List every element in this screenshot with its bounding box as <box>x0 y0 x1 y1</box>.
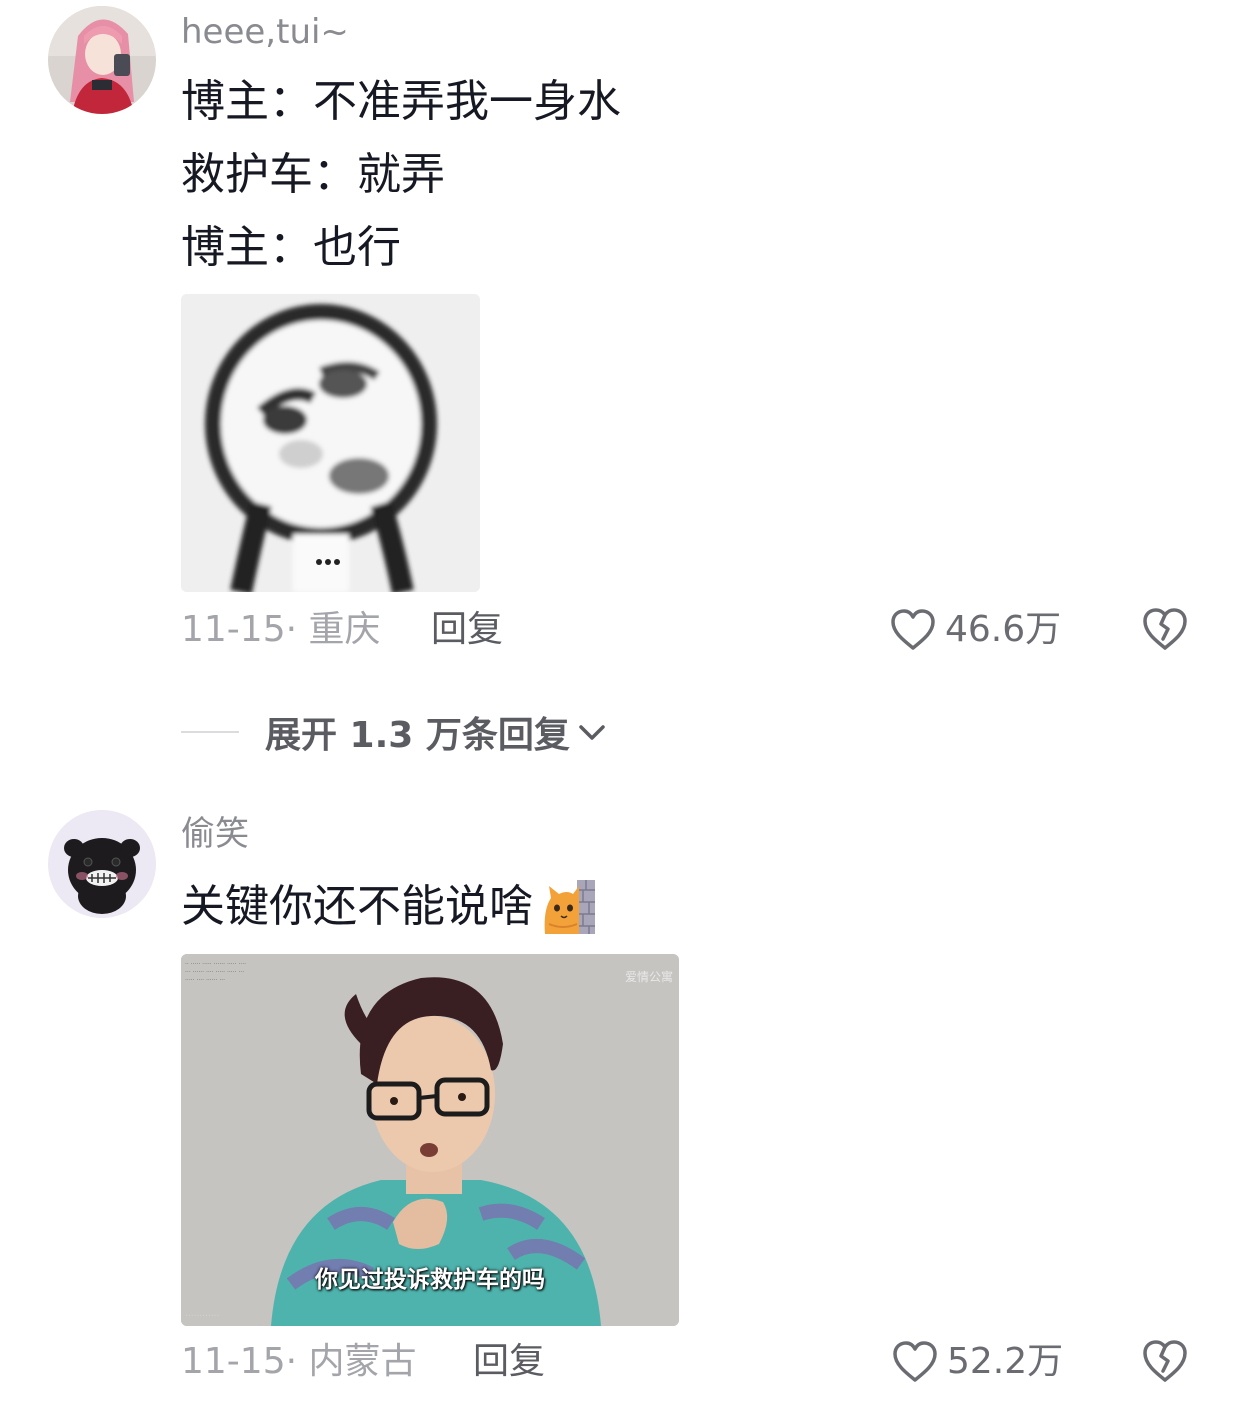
comment-date-location: 11-15· 重庆 <box>181 609 381 650</box>
comment-text: 关键你还不能说啥 <box>181 881 533 932</box>
reply-button[interactable]: 回复 <box>431 606 503 654</box>
comment-meta-row: 11-15· 重庆 回复 46.6万 <box>181 606 1201 654</box>
broken-heart-icon[interactable] <box>1141 1338 1189 1384</box>
comment-text-line: 救护车：就弄 <box>181 149 445 200</box>
comment-item: heee,tui~ 博主：不准弄我一身水 救护车：就弄 博主：也行 11-15·… <box>0 0 1242 680</box>
expand-replies-button[interactable]: 展开 1.3 万条回复 <box>181 708 608 756</box>
svg-text:..... .... ...... ...: ..... .... ...... ... <box>185 975 225 982</box>
avatar[interactable] <box>48 6 156 114</box>
heart-outline-icon <box>891 1340 939 1384</box>
reply-button[interactable]: 回复 <box>473 1338 545 1386</box>
svg-text:.. ..... ..... ...... ..... ..: .. ..... ..... ...... ..... .... <box>185 959 246 966</box>
image-subtitle: 你见过投诉救护车的吗 <box>315 1267 545 1293</box>
image-watermark: 爱情公寓 <box>624 970 673 984</box>
comment-text-line: 关键你还不能说啥 <box>181 880 595 934</box>
chevron-down-icon <box>576 716 608 748</box>
divider-line <box>181 731 239 733</box>
comment-username[interactable]: 偷笑 <box>181 814 249 854</box>
comment-username[interactable]: heee,tui~ <box>181 12 349 52</box>
cat-peek-emoji-icon <box>543 880 595 934</box>
like-count: 52.2万 <box>947 1341 1064 1382</box>
comment-text-line: 博主：不准弄我一身水 <box>181 76 621 127</box>
like-count: 46.6万 <box>945 609 1062 650</box>
comment-text-line: 博主：也行 <box>181 222 401 273</box>
avatar[interactable] <box>48 810 156 918</box>
like-button[interactable]: 52.2万 <box>891 1338 1063 1386</box>
comment-item: 偷笑 关键你还不能说啥 .. ..... ..... ...... ..... … <box>0 800 1242 1416</box>
svg-text:... ...... .... ..... ..... ..: ... ...... .... ..... ..... ... <box>185 967 244 974</box>
like-button[interactable]: 46.6万 <box>889 606 1061 654</box>
comment-date-location: 11-15· 内蒙古 <box>181 1341 417 1382</box>
comment-meme-image[interactable]: .. ..... ..... ...... ..... .... ... ...… <box>181 954 679 1326</box>
broken-heart-icon[interactable] <box>1141 606 1189 652</box>
svg-text:............: ............ <box>185 1309 219 1319</box>
expand-replies-label: 展开 1.3 万条回复 <box>265 715 570 756</box>
comment-sticker-image[interactable] <box>181 294 480 592</box>
heart-outline-icon <box>889 608 937 652</box>
comment-meta-row: 11-15· 内蒙古 回复 52.2万 <box>181 1338 1201 1386</box>
